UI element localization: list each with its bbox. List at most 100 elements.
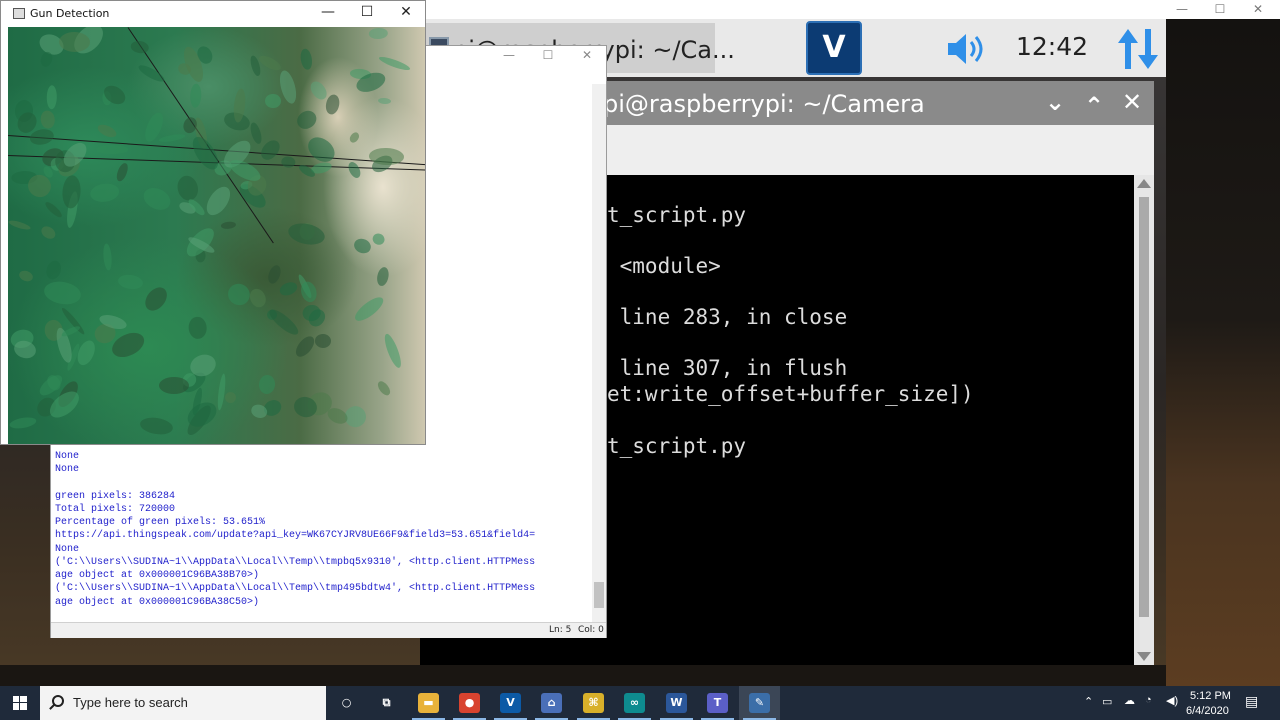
foliage-leaf: [140, 183, 175, 214]
search-icon: [52, 695, 64, 707]
foliage-leaf: [378, 97, 393, 105]
speaker-icon[interactable]: ◀): [1166, 694, 1178, 707]
taskbar-app-word[interactable]: W: [656, 686, 697, 720]
gun-close-button[interactable]: ✕: [394, 4, 418, 20]
taskbar-app-teams[interactable]: T: [697, 686, 738, 720]
fritzing-icon: ⌘: [583, 693, 604, 713]
python-shell-scrollbar[interactable]: [592, 84, 606, 624]
shell-output-line: None: [55, 451, 80, 462]
shell-output-line: Total pixels: 720000: [55, 504, 176, 515]
search-placeholder: Type here to search: [73, 695, 188, 710]
arduino-icon: ∞: [624, 693, 645, 713]
taskbar-time[interactable]: 5:12 PM: [1190, 690, 1231, 702]
taskbar-app-vnc-viewer[interactable]: V: [490, 686, 531, 720]
python-close-button[interactable]: ✕: [575, 48, 599, 62]
foliage-leaf: [189, 83, 202, 108]
gun-maximize-button[interactable]: ☐: [355, 4, 379, 20]
scrollbar-thumb[interactable]: [594, 582, 604, 608]
foliage-leaf: [42, 278, 84, 307]
chevron-down-icon[interactable]: ⌄: [1040, 88, 1070, 116]
vnc-close-button[interactable]: ✕: [1238, 2, 1278, 16]
gun-detection-window: Gun Detection — ☐ ✕: [0, 0, 426, 445]
foliage-leaf: [223, 391, 237, 405]
foliage-leaf: [264, 94, 282, 110]
foliage-leaf: [345, 159, 363, 180]
foliage-leaf: [246, 286, 269, 310]
foliage-leaf: [382, 332, 405, 370]
shell-output-line: green pixels: 386284: [55, 491, 176, 502]
foliage-leaf: [220, 221, 237, 230]
taskbar-app-network-tool[interactable]: ⌂: [531, 686, 572, 720]
taskbar-search-box[interactable]: Type here to search: [40, 686, 326, 720]
taskbar-app-task-view[interactable]: ⧉: [366, 686, 407, 720]
taskbar-date[interactable]: 6/4/2020: [1186, 705, 1229, 717]
camera-feed-image: [8, 27, 425, 444]
gun-minimize-button[interactable]: —: [316, 4, 340, 20]
foliage-leaf: [138, 415, 174, 437]
scroll-down-arrow-icon[interactable]: [1137, 652, 1151, 661]
foliage-leaf: [117, 273, 145, 291]
taskbar-app-python-idle[interactable]: ✎: [739, 686, 780, 720]
status-line: Ln: 5: [549, 625, 572, 635]
notification-icon[interactable]: ▤: [1245, 694, 1258, 710]
vnc-maximize-button[interactable]: ☐: [1200, 2, 1240, 16]
gun-detection-titlebar[interactable]: Gun Detection — ☐ ✕: [1, 1, 425, 26]
battery-icon[interactable]: ▭: [1102, 695, 1112, 708]
taskbar-app-fritzing[interactable]: ⌘: [573, 686, 614, 720]
task-view-icon: ⧉: [376, 693, 397, 713]
close-icon[interactable]: ✕: [1117, 88, 1147, 116]
taskbar-app-arduino[interactable]: ∞: [614, 686, 655, 720]
foliage-leaf: [281, 155, 297, 169]
shell-output-line: Percentage of green pixels: 53.651%: [55, 517, 266, 528]
foliage-leaf: [95, 145, 128, 154]
taskbar-app-chrome[interactable]: ●: [449, 686, 490, 720]
foliage-leaf: [375, 379, 393, 398]
foliage-leaf: [351, 236, 373, 256]
windows-start-icon[interactable]: [0, 686, 40, 720]
pi-clock[interactable]: 12:42: [1016, 32, 1088, 61]
shell-output-line: ('C:\\Users\\SUDINA~1\\AppData\\Local\\T…: [55, 583, 536, 594]
foliage-leaf: [188, 316, 208, 340]
pi-terminal-scrollbar[interactable]: [1134, 175, 1154, 665]
network-tool-icon: ⌂: [541, 693, 562, 713]
foliage-leaf: [368, 27, 389, 40]
gun-detection-title: Gun Detection: [30, 7, 110, 20]
scroll-up-arrow-icon[interactable]: [1137, 179, 1151, 188]
foliage-leaf: [266, 263, 283, 285]
remote-desktop-wallpaper: [1166, 19, 1280, 686]
network-transfer-icon[interactable]: [1116, 27, 1160, 71]
vnc-minimize-button[interactable]: —: [1162, 2, 1202, 16]
onedrive-cloud-icon[interactable]: ☁: [1124, 694, 1135, 707]
foliage-leaf: [42, 200, 64, 220]
scrollbar-thumb[interactable]: [1139, 197, 1149, 617]
vnc-server-icon[interactable]: V: [806, 21, 862, 75]
foliage-leaf: [140, 283, 172, 316]
foliage-leaf: [256, 52, 283, 73]
taskbar-app-cortana[interactable]: ○: [326, 686, 367, 720]
foliage-leaf: [352, 294, 387, 326]
foliage-leaf: [95, 121, 119, 140]
taskbar-app-file-explorer[interactable]: ▬: [408, 686, 449, 720]
terminal-line: t_script.py: [607, 434, 747, 458]
shell-output-line: age object at 0x000001C96BA38B70>): [55, 570, 260, 581]
chevron-up-icon[interactable]: ⌃: [1079, 92, 1109, 120]
foliage-leaf: [129, 39, 150, 55]
python-maximize-button[interactable]: ☐: [536, 48, 560, 62]
foliage-leaf: [303, 132, 339, 166]
foliage-leaf: [278, 279, 300, 298]
volume-icon[interactable]: [946, 31, 990, 67]
chevron-up-icon[interactable]: ⌃: [1084, 695, 1093, 708]
foliage-leaf: [43, 258, 64, 282]
foliage-leaf: [61, 174, 82, 210]
foliage-leaf: [39, 223, 58, 242]
foliage-leaf: [187, 132, 223, 174]
foliage-leaf: [257, 374, 277, 395]
teams-icon: T: [707, 693, 728, 713]
foliage-leaf: [292, 333, 318, 360]
python-status-bar: Ln: 5 Col: 0: [51, 622, 606, 638]
foliage-leaf: [17, 268, 34, 283]
foliage-leaf: [286, 220, 327, 248]
terminal-line: line 283, in close: [607, 305, 848, 329]
python-minimize-button[interactable]: —: [497, 48, 521, 62]
wifi-icon[interactable]: ◔: [1145, 694, 1152, 706]
